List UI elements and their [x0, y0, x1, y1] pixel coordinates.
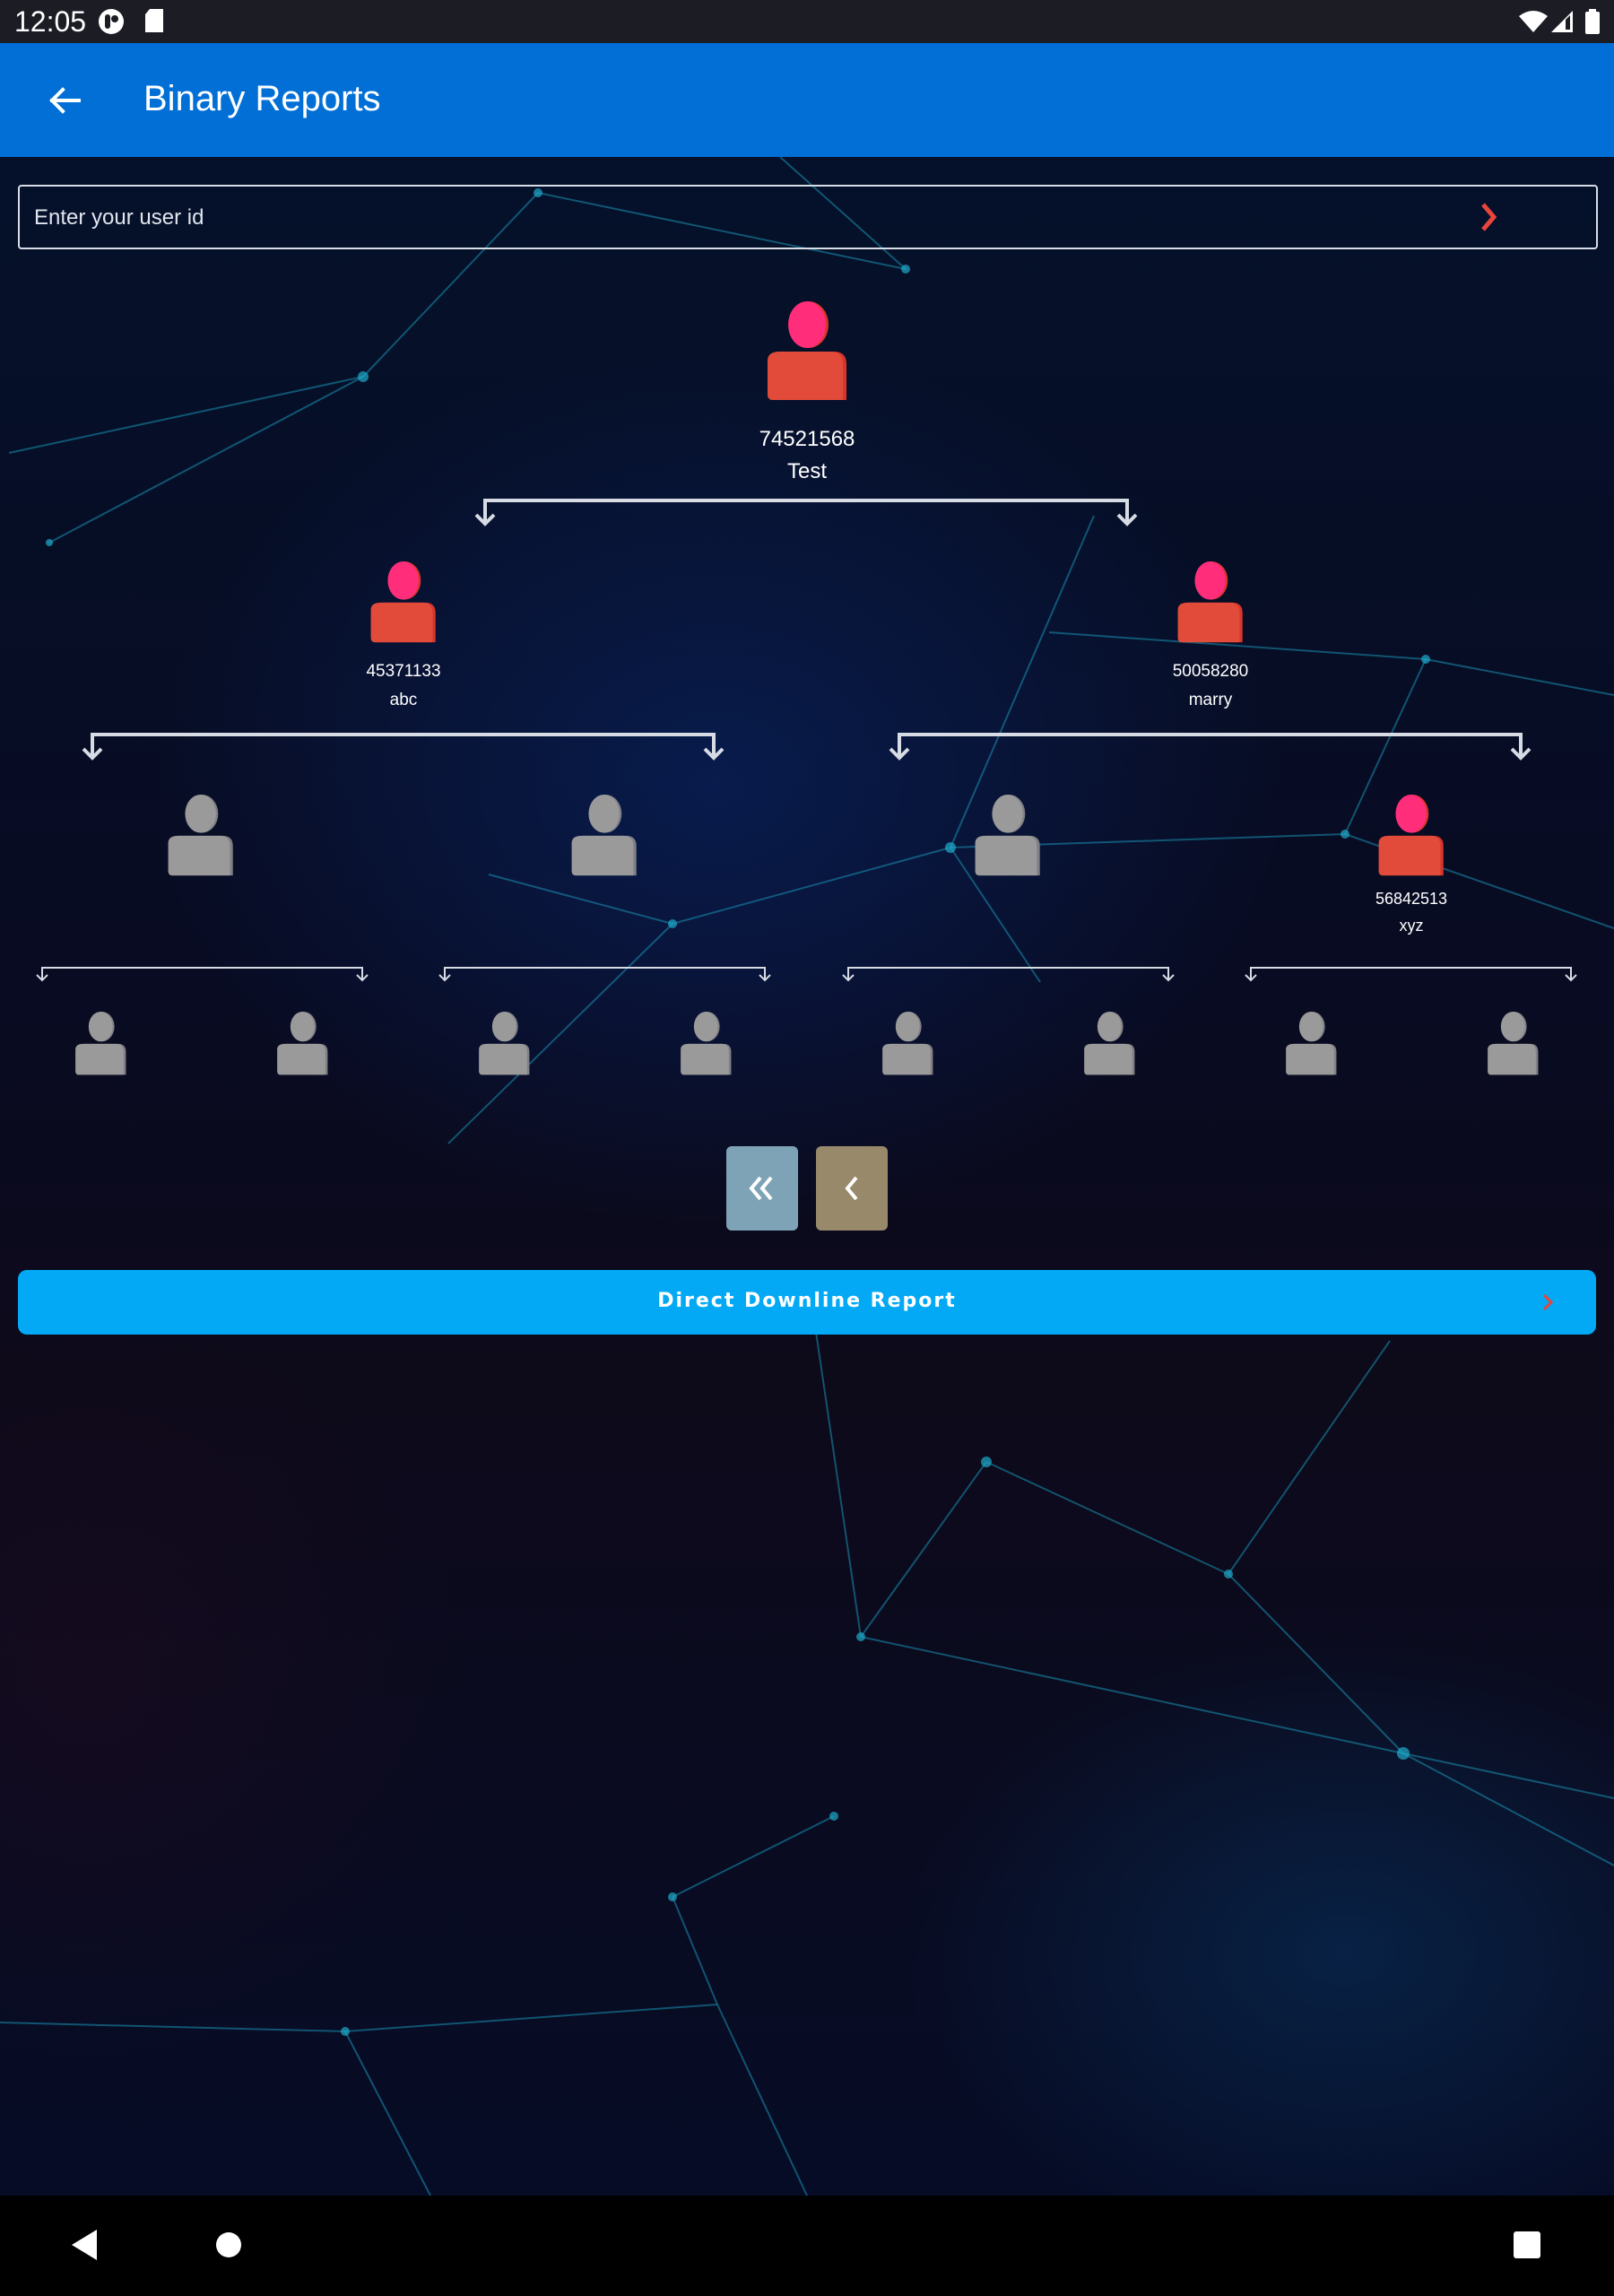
- user-avatar-icon: [680, 1012, 732, 1075]
- tree-node-active[interactable]: 56842513 xyz: [1322, 795, 1501, 944]
- tree-connector-arrow: [1245, 967, 1577, 982]
- user-avatar-icon: [768, 301, 846, 400]
- tree-node-empty[interactable]: [414, 1012, 594, 1143]
- tree-node-empty[interactable]: [1221, 1012, 1401, 1143]
- home-circle-icon[interactable]: [215, 2231, 242, 2258]
- tree-node-empty[interactable]: [616, 1012, 795, 1143]
- user-avatar-icon: [571, 795, 638, 876]
- tree-connector-arrow: [438, 967, 771, 982]
- tree-node-empty[interactable]: [213, 1012, 392, 1143]
- user-avatar-icon: [1083, 1012, 1135, 1075]
- node-user-id: 56842513: [1375, 890, 1448, 908]
- user-avatar-icon: [881, 1012, 933, 1075]
- tree-node-active[interactable]: 45371133 abc: [314, 561, 493, 718]
- node-user-id: 45371133: [366, 662, 441, 681]
- direct-downline-report-label: Direct Downline Report: [657, 1290, 957, 1312]
- tree-connectors: [36, 499, 1577, 982]
- tree-node-active[interactable]: 74521568 Test: [717, 301, 897, 486]
- tree-node-empty[interactable]: [1020, 1012, 1199, 1143]
- user-avatar-icon: [370, 561, 437, 643]
- direct-downline-report-button[interactable]: Direct Downline Report: [18, 1270, 1596, 1335]
- node-user-id: 50058280: [1172, 662, 1249, 681]
- node-user-id: 74521568: [759, 427, 855, 451]
- tree-node-empty[interactable]: [818, 1012, 997, 1143]
- tree-connector-arrow: [36, 967, 369, 982]
- user-avatar-icon: [1487, 1012, 1539, 1075]
- node-user-name: Test: [786, 459, 827, 483]
- tree-node-empty[interactable]: [111, 795, 291, 944]
- previous-page-button[interactable]: [816, 1146, 888, 1231]
- node-user-name: marry: [1188, 691, 1233, 709]
- tree-node-empty[interactable]: [918, 795, 1098, 944]
- tree-node-empty[interactable]: [11, 1012, 190, 1143]
- user-avatar-icon: [74, 1012, 126, 1075]
- double-chevron-left-icon: [749, 1176, 773, 1201]
- tree-connector-arrow: [474, 499, 1138, 526]
- tree-connector-arrow: [82, 733, 725, 761]
- tree-node-active[interactable]: 50058280 marry: [1121, 561, 1300, 718]
- user-avatar-icon: [168, 795, 234, 876]
- tree-node-empty[interactable]: [1423, 1012, 1602, 1143]
- user-avatar-icon: [1378, 795, 1445, 876]
- system-navigation-bar: [0, 2196, 1614, 2296]
- node-user-name: abc: [389, 691, 418, 709]
- tree-connector-arrow: [842, 967, 1175, 982]
- first-page-button[interactable]: [726, 1146, 798, 1231]
- user-avatar-icon: [1285, 1012, 1337, 1075]
- back-triangle-icon[interactable]: [72, 2230, 99, 2260]
- recents-square-icon[interactable]: [1514, 2231, 1540, 2258]
- user-avatar-icon: [975, 795, 1041, 876]
- tree-connector-arrow: [889, 733, 1532, 761]
- user-avatar-icon: [1177, 561, 1244, 643]
- chevron-left-icon: [845, 1176, 858, 1201]
- user-avatar-icon: [276, 1012, 328, 1075]
- user-avatar-icon: [478, 1012, 530, 1075]
- tree-node-empty[interactable]: [515, 795, 694, 944]
- node-user-name: xyz: [1399, 917, 1424, 935]
- chevron-right-icon: [1542, 1293, 1554, 1311]
